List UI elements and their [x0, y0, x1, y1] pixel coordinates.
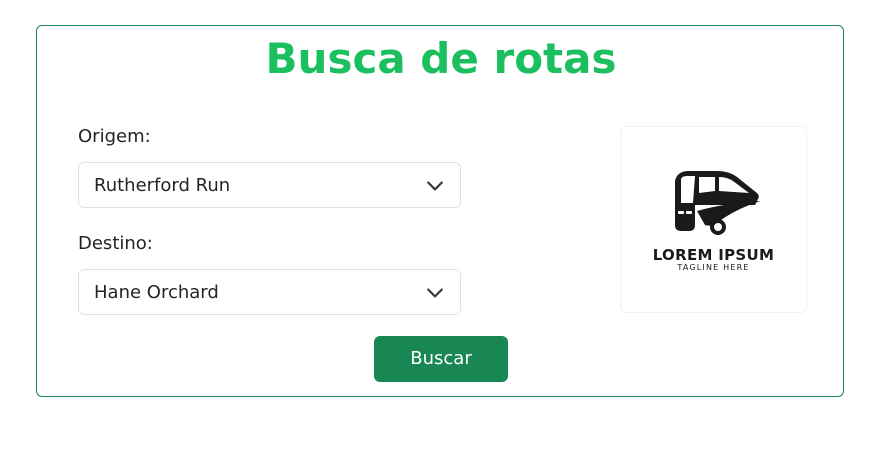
origem-selected-value: Rutherford Run [94, 175, 231, 196]
origem-select[interactable]: Rutherford Run [78, 162, 461, 208]
destino-label: Destino: [78, 233, 153, 254]
destino-selected-value: Hane Orchard [94, 282, 219, 303]
search-button[interactable]: Buscar [374, 336, 508, 382]
route-search-card: Busca de rotas Origem: Rutherford Run De… [36, 25, 844, 397]
chevron-down-icon [427, 288, 443, 298]
bus-icon [675, 171, 761, 235]
logo-tagline: TAGLINE HERE [677, 263, 750, 272]
page-title: Busca de rotas [265, 34, 617, 83]
destino-select[interactable]: Hane Orchard [78, 269, 461, 315]
company-logo: LOREM IPSUM TAGLINE HERE [620, 126, 807, 313]
origem-label: Origem: [78, 126, 151, 147]
chevron-down-icon [427, 181, 443, 191]
logo-title: LOREM IPSUM [652, 246, 775, 264]
